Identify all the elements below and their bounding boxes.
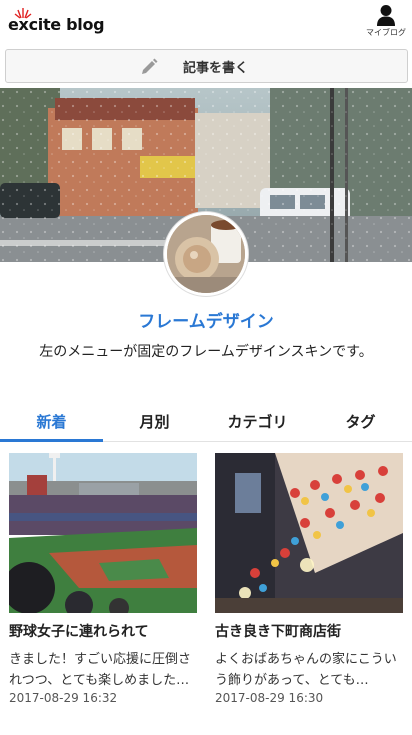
tab-tag[interactable]: タグ [309,404,412,441]
tab-latest[interactable]: 新着 [0,404,103,442]
post-excerpt: きました！すごい応援に圧倒されつつ、とても楽しめました… [9,652,192,688]
tab-monthly[interactable]: 月別 [103,404,206,441]
post-title[interactable]: 古き良き下町商店街 [215,621,403,641]
avatar-photo [167,215,245,293]
excite-blog-logo[interactable]: excite blog [8,8,118,35]
stadium-photo [9,453,197,613]
post-excerpt: よくおばあちゃんの家にこういう飾りがあって、とても… [215,652,397,688]
post-card[interactable]: 野球女子に連れられて きました！すごい応援に圧倒されつつ、とても楽しめました… … [9,453,197,735]
tab-category[interactable]: カテゴリ [206,404,309,441]
myblog-button[interactable]: マイブログ [366,4,406,38]
blog-description: 左のメニューが固定のフレームデザインスキンです。 [39,344,373,360]
write-post-button[interactable]: 記事を書く [5,49,408,83]
post-date: 2017-08-29 16:30 [215,691,324,705]
blog-title[interactable]: フレームデザイン [0,307,412,332]
post-thumbnail[interactable] [215,453,403,613]
tab-bar: 新着 月別 カテゴリ タグ [0,404,412,442]
user-icon [377,5,395,26]
shopping-street-photo [215,453,403,613]
app-header: excite blog マイブログ [0,0,412,46]
pencil-icon [142,58,158,74]
post-title[interactable]: 野球女子に連れられて [9,621,197,641]
write-post-label: 記事を書く [182,60,248,76]
post-thumbnail[interactable] [9,453,197,613]
myblog-label: マイブログ [366,28,406,37]
logo-text: excite blog [8,15,105,34]
post-date: 2017-08-29 16:32 [9,691,118,705]
avatar[interactable] [164,212,248,296]
post-card[interactable]: 古き良き下町商店街 よくおばあちゃんの家にこういう飾りがあって、とても… 201… [215,453,403,735]
post-list: 野球女子に連れられて きました！すごい応援に圧倒されつつ、とても楽しめました… … [9,453,403,735]
